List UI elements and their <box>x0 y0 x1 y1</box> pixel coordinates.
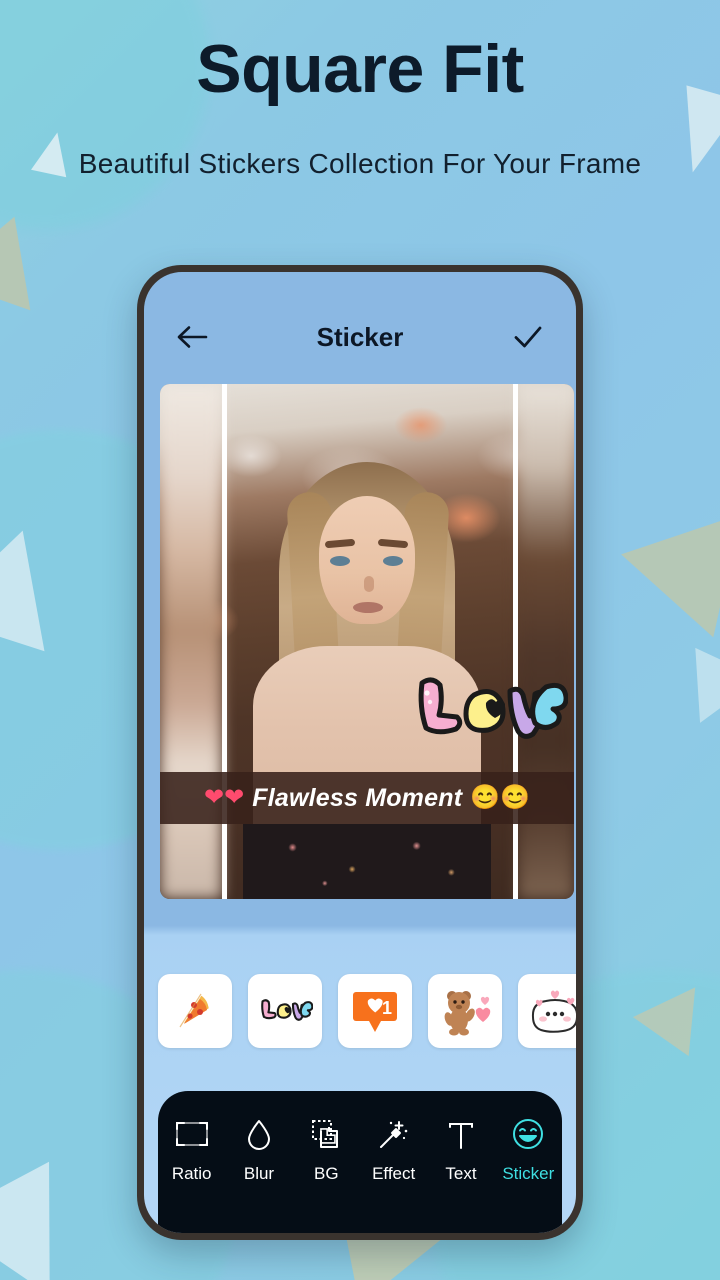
confirm-button[interactable] <box>506 315 550 359</box>
sticker-item-bear[interactable] <box>428 974 502 1048</box>
toolbar-label-effect: Effect <box>372 1164 416 1183</box>
sticker-item-like-badge[interactable]: 1 <box>338 974 412 1048</box>
toolbar-item-blur[interactable]: Blur <box>228 1115 290 1184</box>
toolbar-item-ratio[interactable]: Ratio <box>161 1115 223 1184</box>
like-badge-count: 1 <box>382 998 392 1018</box>
toolbar-item-text[interactable]: Text <box>430 1115 492 1184</box>
toolbar-label-ratio: Ratio <box>171 1164 212 1183</box>
page-title: Square Fit <box>196 31 524 107</box>
toolbar-item-effect[interactable]: Effect <box>363 1115 425 1184</box>
subject-mouth <box>353 602 383 613</box>
toolbar-label-bg: BG <box>314 1164 339 1183</box>
sticker-item-blob[interactable] <box>518 974 576 1048</box>
caption-label: Flawless Moment <box>252 783 463 812</box>
crop-frame-icon <box>174 1115 210 1153</box>
caption-right-emoji: 😊😊 <box>470 784 530 811</box>
magic-wand-icon <box>377 1115 411 1153</box>
phone-screen: Sticker ❤❤ Flawless Moment 😊😊 1 Ratio Bl… <box>144 272 576 1233</box>
app-bar-title: Sticker <box>316 321 404 352</box>
subject-eye-right <box>383 556 403 566</box>
bottom-toolbar[interactable]: Ratio Blur BG Effect Text Sticker <box>158 1091 562 1233</box>
check-icon <box>512 324 544 350</box>
arrow-left-icon <box>176 324 208 350</box>
smiley-face-icon <box>511 1115 545 1153</box>
decor-triangle-3 <box>0 216 68 342</box>
page-subtitle: Beautiful Stickers Collection For Your F… <box>78 148 642 179</box>
promo-screenshot: Square Fit Beautiful Stickers Collection… <box>0 0 720 1280</box>
decor-triangle-4 <box>621 472 720 638</box>
toolbar-label-blur: Blur <box>243 1164 275 1183</box>
sticker-item-pizza[interactable] <box>158 974 232 1048</box>
subject-nose <box>364 576 374 592</box>
app-bar: Sticker <box>144 272 576 376</box>
toolbar-label-text: Text <box>445 1164 477 1183</box>
subject-skirt <box>243 824 491 899</box>
subject-eye-left <box>330 556 350 566</box>
sticker-item-love[interactable] <box>248 974 322 1048</box>
layers-bg-icon <box>310 1115 342 1153</box>
phone-mockup: Sticker ❤❤ Flawless Moment 😊😊 1 Ratio Bl… <box>137 265 583 1240</box>
water-drop-icon <box>245 1115 273 1153</box>
caption-left-emoji: ❤❤ <box>204 784 245 811</box>
decor-triangle-9 <box>667 647 720 739</box>
toolbar-label-sticker: Sticker <box>502 1164 555 1183</box>
back-button[interactable] <box>170 315 214 359</box>
text-t-icon <box>446 1115 476 1153</box>
sticker-tray[interactable]: 1 <box>144 957 576 1065</box>
caption-text-overlay[interactable]: ❤❤ Flawless Moment 😊😊 <box>160 772 574 824</box>
toolbar-item-bg[interactable]: BG <box>295 1115 357 1184</box>
applied-love-sticker[interactable] <box>406 669 568 753</box>
toolbar-item-sticker[interactable]: Sticker <box>497 1115 559 1184</box>
photo-canvas[interactable]: ❤❤ Flawless Moment 😊😊 <box>160 384 574 899</box>
